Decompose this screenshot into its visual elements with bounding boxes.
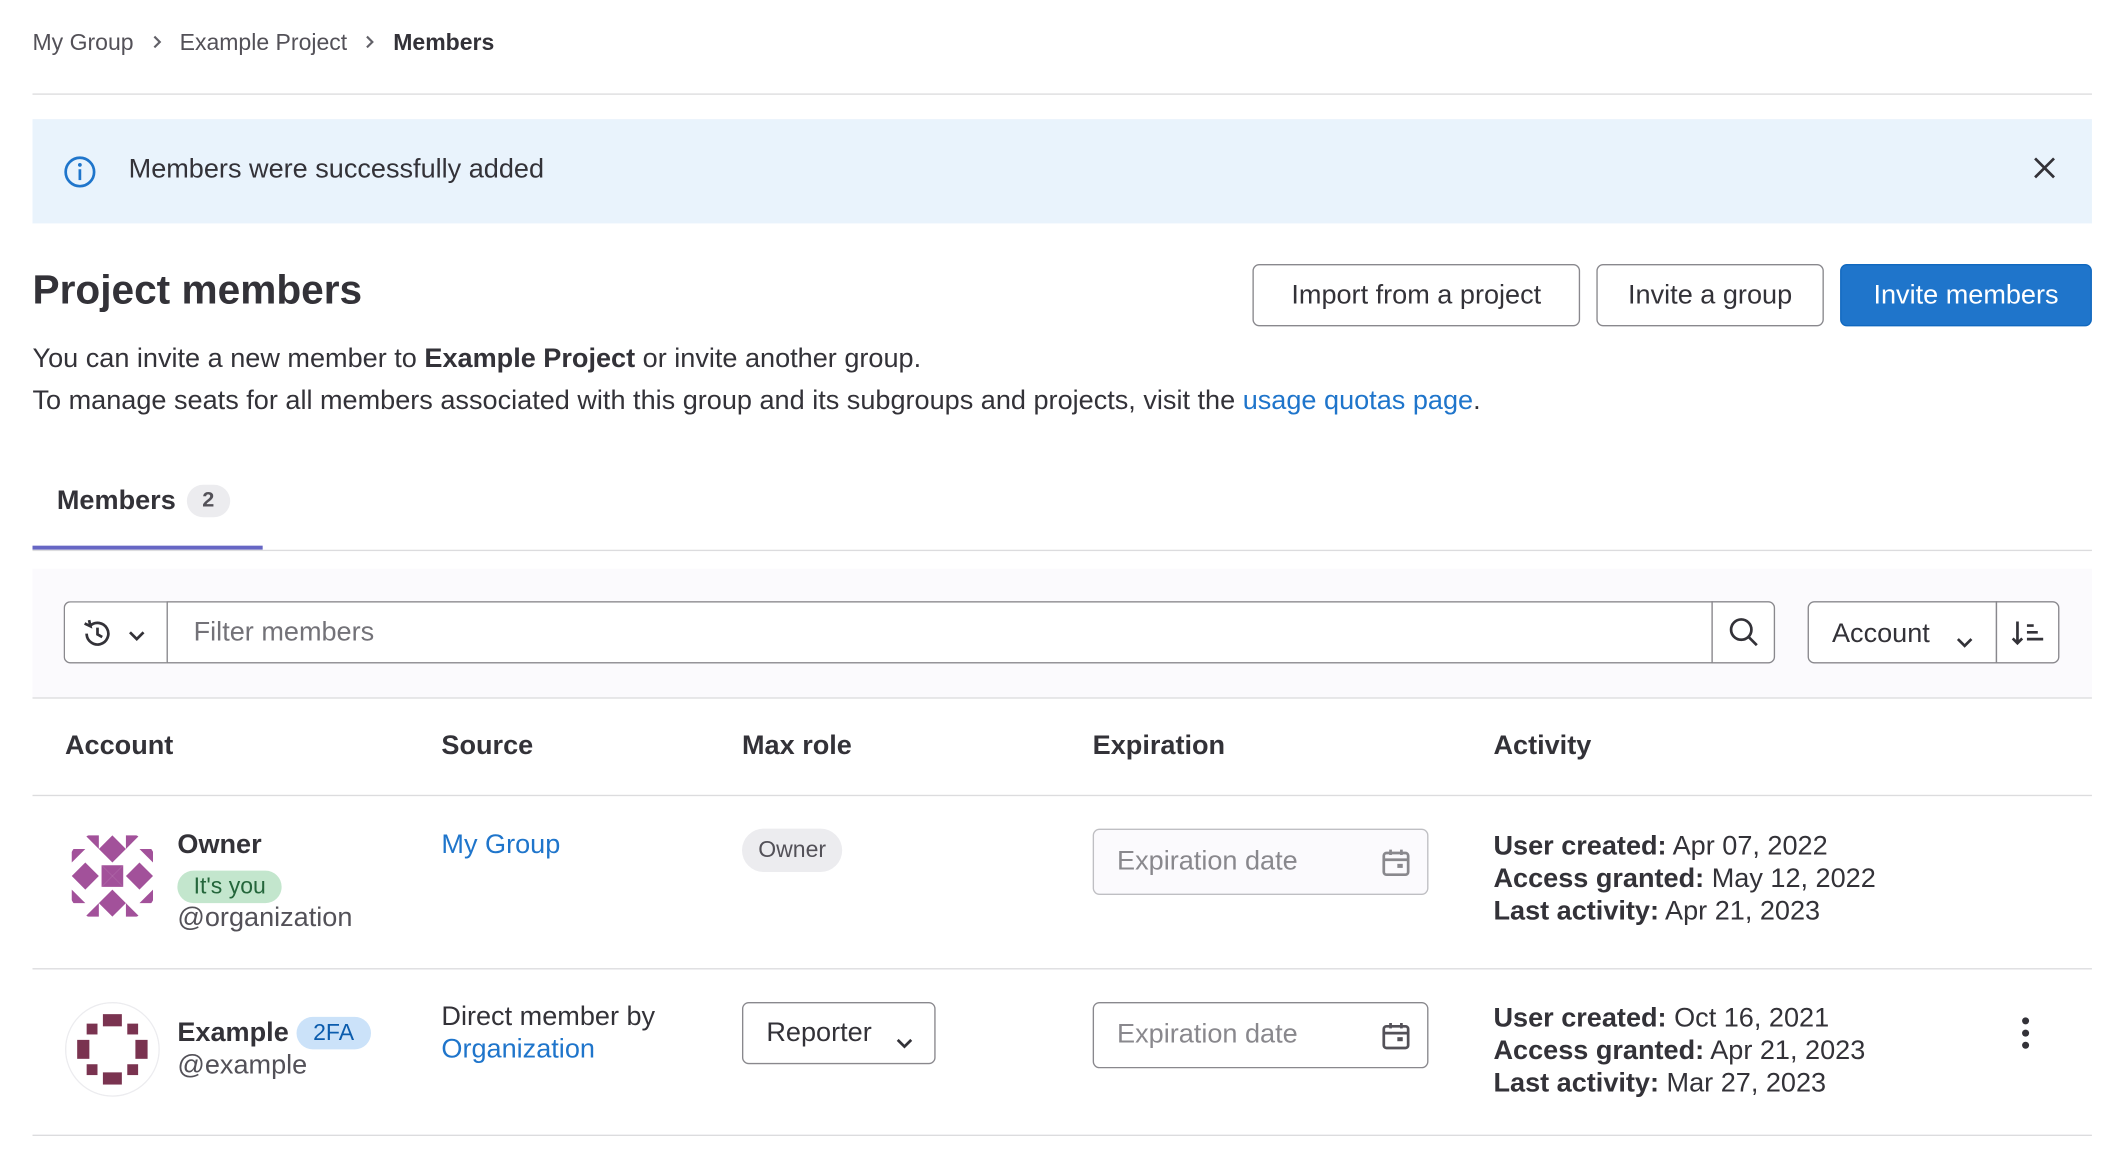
last-activity-date: Apr 21, 2023 (1665, 896, 1821, 927)
activity-label: Access granted: (1493, 1035, 1705, 1066)
its-you-badge: It's you (177, 870, 283, 904)
last-activity-date: Mar 27, 2023 (1666, 1068, 1827, 1099)
history-icon (80, 616, 115, 658)
tab-members[interactable]: Members 2 (56, 484, 230, 518)
role-dropdown-label: Reporter (766, 1017, 872, 1048)
search-button[interactable] (1711, 601, 1776, 664)
source-prefix: Direct member by (441, 1001, 656, 1032)
role-text: Owner (741, 828, 843, 872)
expiration-date-field[interactable]: Expiration date (1092, 1001, 1429, 1069)
table-row: Example 2FA @example Direct member by Or… (0, 969, 2119, 1136)
column-header-expiration: Expiration (1092, 731, 1226, 761)
chevron-right-icon (150, 32, 164, 55)
alert-message: Members were successfully added (128, 154, 545, 185)
tab-label: Members (56, 485, 176, 516)
divider (32, 697, 2092, 699)
project-name: Example Project (424, 343, 636, 374)
member-name-row: Example 2FA (177, 1016, 371, 1050)
source-link[interactable]: Organization (441, 1034, 595, 1065)
avatar[interactable] (64, 1001, 160, 1097)
invite-members-button[interactable]: Invite members (1840, 264, 2092, 327)
recent-searches-dropdown[interactable] (63, 601, 168, 664)
breadcrumb: My Group Example Project Members (32, 30, 494, 57)
expiration-placeholder: Expiration date (1117, 846, 1298, 877)
description-text: or invite another group. (635, 343, 922, 374)
activity-label: Last activity: (1493, 1068, 1660, 1099)
member-name[interactable]: Example (177, 1018, 288, 1049)
member-count-badge: 2 (186, 484, 230, 518)
two-factor-badge: 2FA (296, 1016, 371, 1050)
activity-info: User created: Apr 07, 2022 Access grante… (1493, 830, 1875, 927)
activity-label: User created: (1493, 831, 1667, 862)
table-row: Owner It's you @organization My Group Ow… (0, 796, 2119, 968)
expiration-placeholder: Expiration date (1117, 1019, 1298, 1050)
calendar-icon[interactable] (1381, 1021, 1411, 1059)
page-title: Project members (32, 268, 363, 313)
member-name[interactable]: Owner (177, 830, 261, 861)
activity-label: Last activity: (1493, 896, 1660, 927)
close-icon[interactable] (2031, 154, 2058, 188)
activity-label: Access granted: (1493, 863, 1705, 894)
avatar[interactable] (64, 828, 160, 924)
divider (32, 549, 2092, 552)
description-line-1: You can invite a new member to Example P… (32, 344, 921, 375)
source-link[interactable]: My Group (441, 830, 560, 861)
member-username: @organization (177, 903, 353, 933)
description-text: . (1473, 385, 1481, 416)
kebab-icon[interactable] (2009, 1016, 2041, 1054)
success-alert: Members were successfully added (32, 119, 2092, 224)
column-header-source: Source (441, 731, 534, 761)
divider (32, 1134, 2092, 1137)
access-granted-date: May 12, 2022 (1711, 863, 1876, 894)
breadcrumb-item-project[interactable]: Example Project (180, 30, 348, 57)
search-icon (1728, 616, 1760, 655)
sort-field-dropdown[interactable]: Account (1807, 601, 1998, 664)
user-created-date: Apr 07, 2022 (1672, 831, 1828, 862)
divider (32, 93, 2092, 95)
usage-quotas-link[interactable]: usage quotas page (1243, 386, 1473, 416)
sort-lowest-icon (2011, 617, 2046, 656)
expiration-date-field: Expiration date (1092, 828, 1429, 895)
column-header-max-role[interactable]: Max role (742, 731, 852, 762)
chevron-down-icon (127, 626, 146, 650)
user-created-date: Oct 16, 2021 (1674, 1003, 1830, 1034)
role-badge: Owner (741, 828, 843, 872)
access-granted-date: Apr 21, 2023 (1710, 1035, 1866, 1066)
chevron-down-icon (1955, 627, 1974, 658)
chevron-down-icon (895, 1028, 914, 1059)
column-header-activity: Activity (1493, 731, 1592, 761)
filter-members-input[interactable] (166, 601, 1713, 664)
description-text: You can invite a new member to (32, 343, 425, 374)
description-text: To manage seats for all members associat… (32, 385, 1243, 416)
description-line-2: To manage seats for all members associat… (32, 386, 1480, 417)
sort-direction-button[interactable] (1995, 601, 2060, 664)
breadcrumb-item-current[interactable]: Members (393, 30, 494, 57)
import-from-project-button[interactable]: Import from a project (1252, 264, 1581, 327)
badge-text: It's you (177, 870, 283, 904)
column-header-account[interactable]: Account (65, 731, 173, 762)
activity-label: User created: (1493, 1003, 1667, 1034)
breadcrumb-item-group[interactable]: My Group (32, 30, 133, 57)
chevron-right-icon (363, 32, 377, 55)
sort-label: Account (1831, 618, 1930, 649)
info-icon (64, 156, 96, 195)
calendar-icon (1381, 848, 1411, 886)
role-dropdown[interactable]: Reporter (741, 1001, 936, 1065)
member-username: @example (177, 1050, 308, 1081)
invite-group-button[interactable]: Invite a group (1596, 264, 1824, 327)
activity-info: User created: Oct 16, 2021 Access grante… (1493, 1002, 1865, 1099)
